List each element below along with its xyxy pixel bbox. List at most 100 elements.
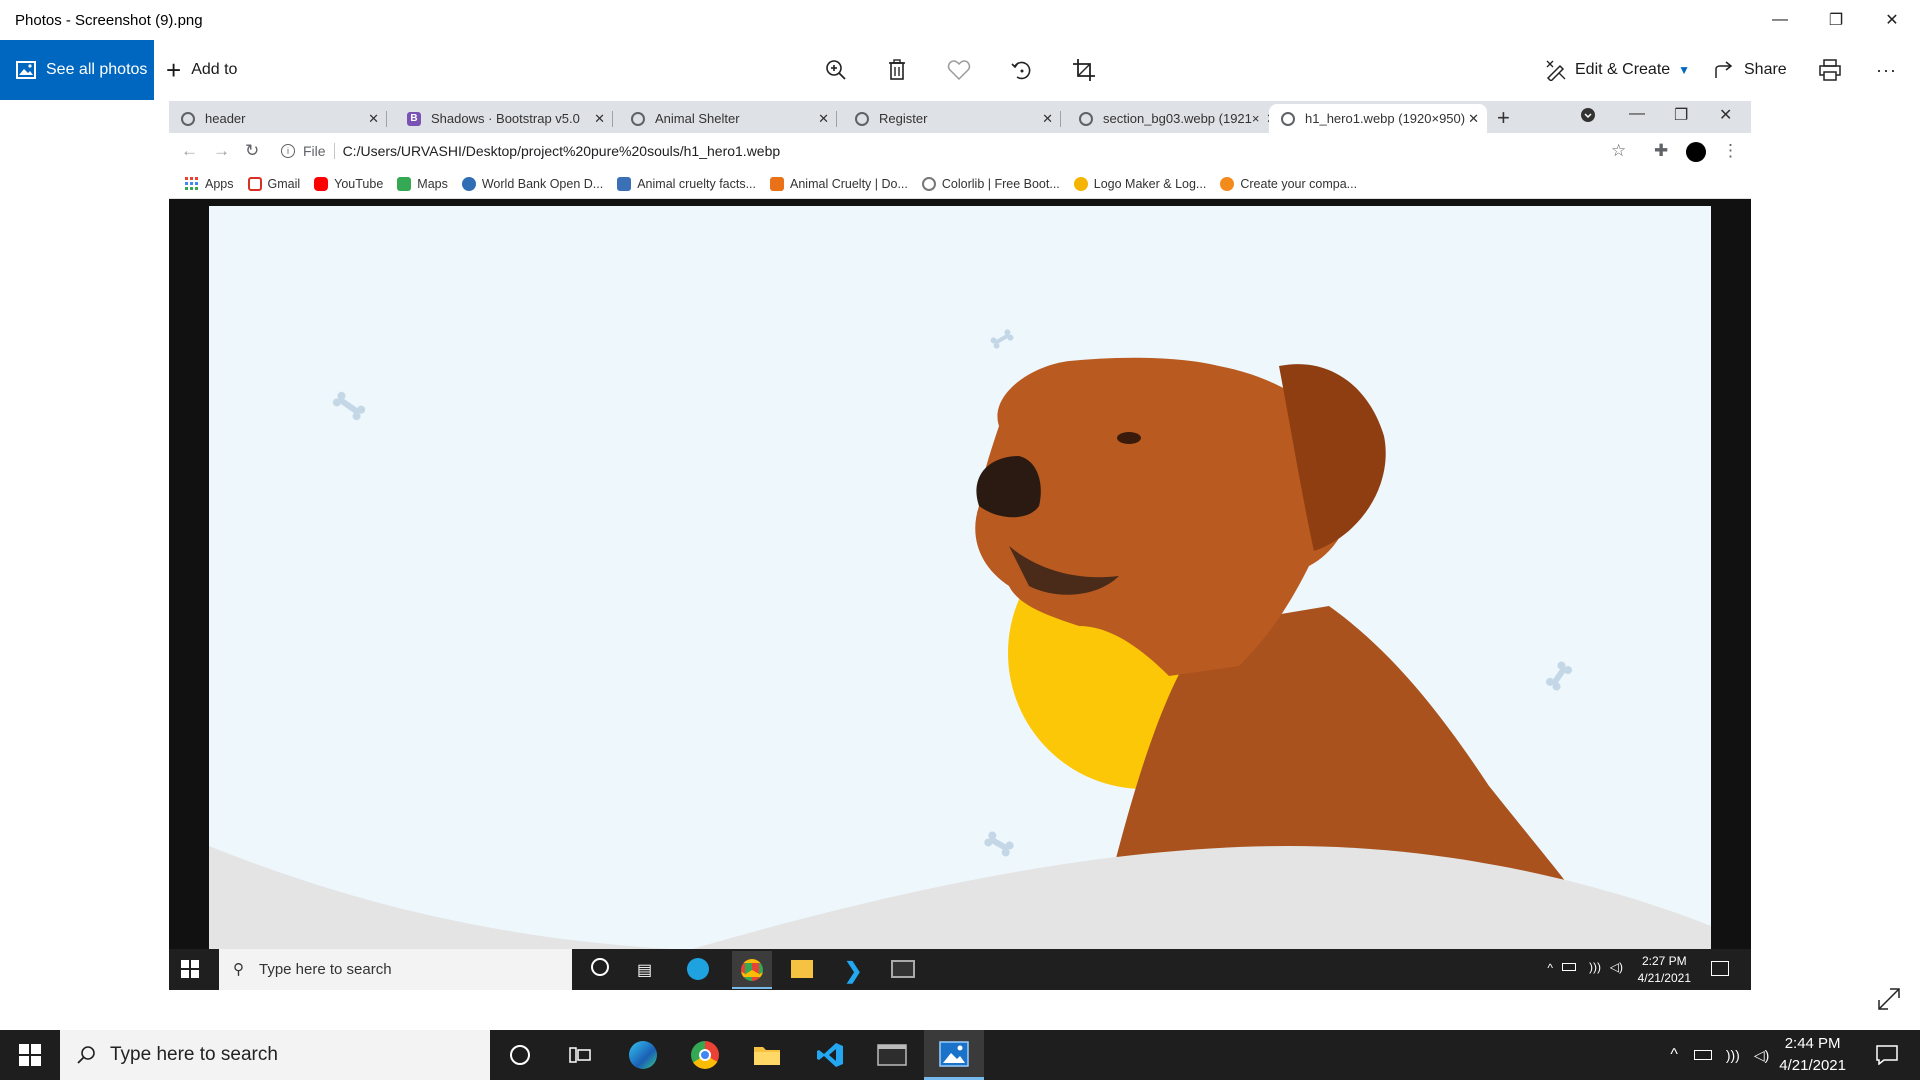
tab-search-button[interactable] — [1580, 107, 1596, 128]
edit-create-button[interactable]: Edit & Create ▼ — [1545, 40, 1690, 100]
browser-restore-button[interactable]: ❐ — [1674, 105, 1688, 125]
captured-search-box[interactable]: ⚲ Type here to search — [219, 949, 572, 990]
profile-avatar[interactable] — [1686, 142, 1706, 162]
windows-start-icon[interactable] — [181, 960, 199, 983]
see-all-photos-button[interactable]: See all photos — [0, 40, 154, 100]
print-button[interactable] — [1813, 54, 1847, 86]
tab-section-bg03[interactable]: section_bg03.webp (1921× ✕ — [1067, 104, 1285, 133]
captured-taskbar: ⚲ Type here to search ▤ ❯ ^ ))) ◁) 2:27 … — [169, 949, 1751, 990]
edge-icon[interactable] — [687, 958, 709, 980]
bookmark-animal-cruelty-do[interactable]: Animal Cruelty | Do... — [770, 176, 908, 191]
bookmark-world-bank[interactable]: World Bank Open D... — [461, 176, 603, 191]
task-view-icon[interactable]: ▤ — [637, 960, 652, 980]
vscode-icon[interactable]: ❯ — [844, 958, 862, 984]
tab-header[interactable]: header ✕ — [169, 104, 387, 133]
forward-arrow-icon[interactable]: → — [213, 141, 230, 161]
restore-button[interactable]: ❐ — [1808, 0, 1864, 40]
add-to-button[interactable]: + Add to — [166, 40, 237, 100]
volume-icon[interactable]: ◁) — [1754, 1047, 1769, 1064]
new-tab-button[interactable]: + — [1497, 105, 1510, 131]
tab-label: Register — [879, 111, 928, 126]
tab-bootstrap[interactable]: B Shadows · Bootstrap v5.0 ✕ — [395, 104, 613, 133]
taskbar-vscode[interactable] — [800, 1030, 860, 1080]
delete-button[interactable] — [880, 54, 914, 86]
close-tab-icon[interactable]: ✕ — [818, 111, 829, 127]
reload-icon[interactable]: ↻ — [245, 141, 259, 161]
bookmark-animal-cruelty-facts[interactable]: Animal cruelty facts... — [617, 176, 756, 191]
edge-icon — [629, 1041, 657, 1069]
captured-clock[interactable]: 2:27 PM 4/21/2021 — [1638, 953, 1691, 987]
taskbar-chrome[interactable] — [675, 1030, 735, 1080]
close-tab-icon[interactable]: ✕ — [1042, 111, 1053, 127]
battery-icon[interactable] — [1693, 1050, 1712, 1060]
tab-search-icon — [1581, 108, 1595, 122]
bootstrap-icon: B — [407, 111, 421, 126]
file-explorer-icon[interactable] — [791, 960, 813, 978]
aspca-icon — [770, 176, 785, 191]
taskbar-terminal[interactable] — [862, 1030, 922, 1080]
wifi-icon[interactable]: ))) — [1589, 960, 1601, 974]
fullscreen-expand-icon[interactable] — [1876, 986, 1902, 1018]
more-options-button[interactable]: ··· — [1876, 40, 1897, 100]
tab-animal-shelter[interactable]: Animal Shelter ✕ — [619, 104, 837, 133]
close-tab-icon[interactable]: ✕ — [1468, 111, 1479, 127]
bookmark-create-company[interactable]: Create your compa... — [1220, 176, 1357, 191]
close-button[interactable]: ✕ — [1864, 0, 1920, 40]
favorite-button[interactable] — [942, 54, 976, 86]
bookmark-colorlib[interactable]: Colorlib | Free Boot... — [921, 176, 1060, 191]
kebab-menu-icon[interactable]: ⋮ — [1722, 141, 1739, 161]
start-button[interactable] — [0, 1030, 60, 1080]
url-text: C:/Users/URVASHI/Desktop/project%20pure%… — [342, 143, 781, 159]
tab-register[interactable]: Register ✕ — [843, 104, 1061, 133]
browser-close-button[interactable]: ✕ — [1719, 105, 1732, 125]
taskbar-file-explorer[interactable] — [737, 1030, 797, 1080]
rotate-button[interactable] — [1005, 54, 1039, 86]
cortana-button[interactable] — [490, 1030, 550, 1080]
tab-h1-hero1[interactable]: h1_hero1.webp (1920×950) ✕ — [1269, 104, 1487, 133]
extensions-icon[interactable]: ✚ — [1654, 141, 1668, 161]
globe-icon — [181, 111, 195, 126]
share-button[interactable]: Share — [1714, 40, 1787, 100]
tab-label: header — [205, 111, 246, 126]
cortana-icon[interactable] — [591, 958, 609, 976]
close-tab-icon[interactable]: ✕ — [594, 111, 605, 127]
info-icon[interactable]: i — [281, 144, 295, 158]
taskbar-search-box[interactable]: Type here to search — [60, 1030, 490, 1080]
hero-image — [209, 329, 1711, 950]
tray-chevron-icon[interactable]: ^ — [1547, 961, 1553, 975]
bookmark-apps[interactable]: Apps — [185, 176, 234, 191]
bookmark-label: Apps — [205, 176, 234, 191]
bookmark-star-icon[interactable]: ☆ — [1611, 141, 1626, 161]
tab-divider — [1060, 111, 1061, 127]
bookmark-gmail[interactable]: Gmail — [247, 176, 300, 191]
notifications-icon[interactable] — [1876, 1045, 1898, 1065]
bookmark-logo-maker[interactable]: Logo Maker & Log... — [1073, 176, 1206, 191]
zoom-in-icon — [826, 60, 846, 80]
taskbar-clock[interactable]: 2:44 PM 4/21/2021 — [1779, 1033, 1846, 1077]
wifi-icon[interactable]: ))) — [1726, 1047, 1740, 1063]
bookmark-maps[interactable]: Maps — [397, 176, 448, 191]
address-bar[interactable]: i File C:/Users/URVASHI/Desktop/project%… — [281, 137, 1631, 165]
close-tab-icon[interactable]: ✕ — [368, 111, 379, 127]
minimize-button[interactable]: — — [1752, 0, 1808, 40]
crop-button[interactable] — [1067, 54, 1101, 86]
see-all-photos-label: See all photos — [46, 61, 148, 78]
back-arrow-icon[interactable]: ← — [181, 141, 198, 161]
task-view-button[interactable] — [550, 1030, 610, 1080]
chevron-down-icon: ▼ — [1678, 63, 1691, 77]
taskbar-edge[interactable] — [613, 1030, 673, 1080]
chrome-icon — [741, 959, 763, 981]
terminal-icon[interactable] — [891, 960, 915, 978]
vscode-icon — [817, 1043, 843, 1067]
window-title: Photos - Screenshot (9).png — [15, 11, 203, 29]
taskbar-photos[interactable] — [924, 1030, 984, 1080]
notifications-icon[interactable] — [1711, 961, 1729, 976]
tray-chevron-icon[interactable]: ^ — [1670, 1046, 1678, 1064]
volume-icon[interactable]: ◁) — [1610, 960, 1623, 974]
tab-label: h1_hero1.webp (1920×950) — [1305, 111, 1466, 126]
bookmark-youtube[interactable]: YouTube — [314, 176, 383, 191]
browser-minimize-button[interactable]: — — [1629, 105, 1645, 123]
windows-logo — [181, 960, 199, 978]
battery-icon[interactable] — [1562, 963, 1576, 971]
zoom-button[interactable] — [819, 54, 853, 86]
